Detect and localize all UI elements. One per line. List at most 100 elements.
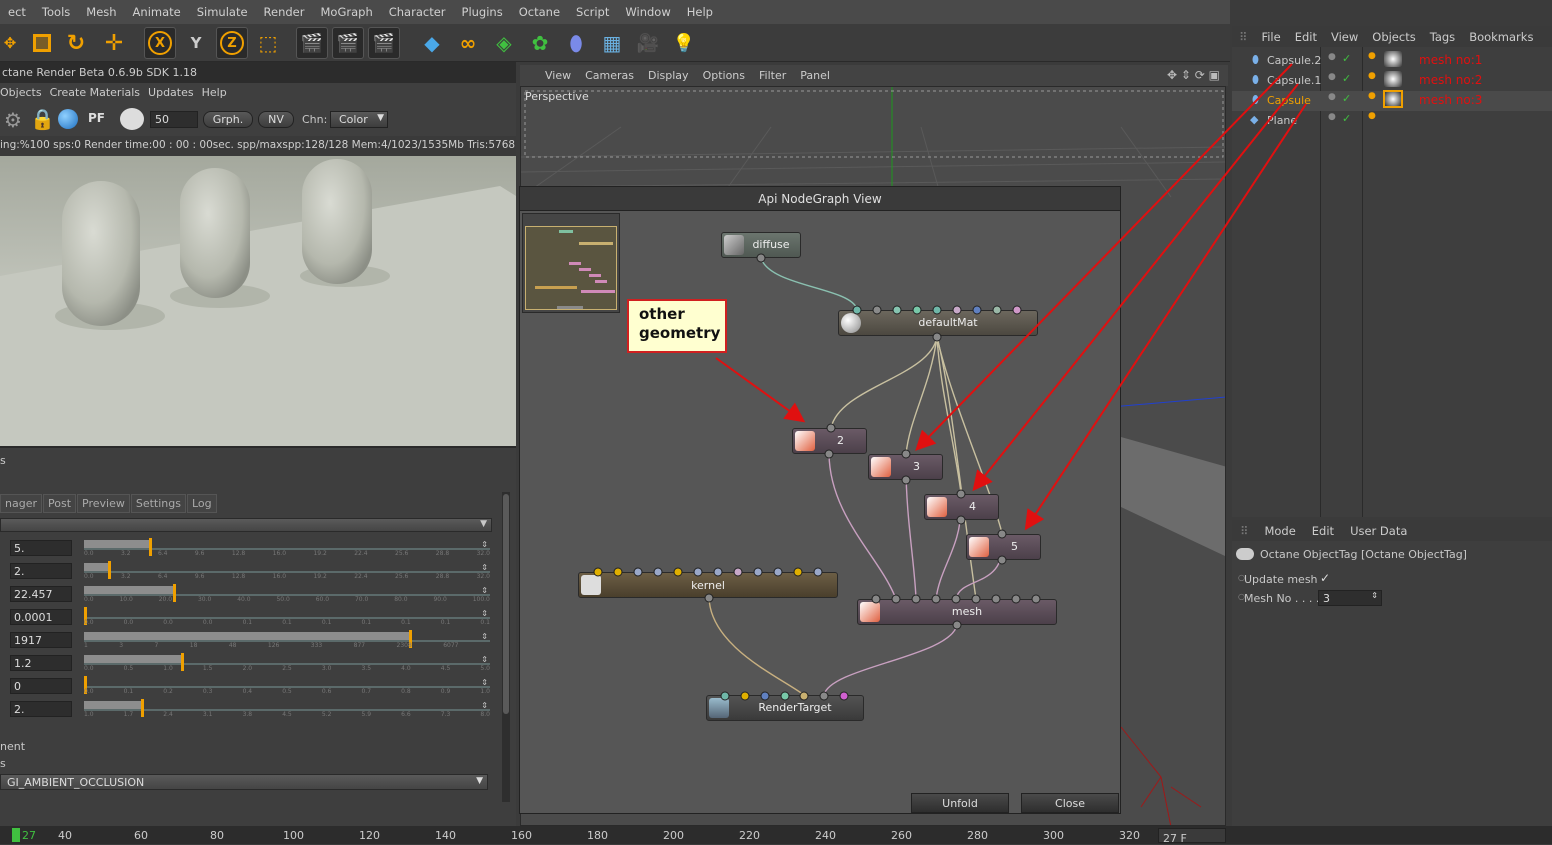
object-menu-item[interactable]: Tags (1423, 30, 1462, 44)
material-tag-icon[interactable] (1383, 90, 1403, 108)
floor-icon[interactable]: ▦ (596, 27, 628, 59)
check-icon[interactable]: ✓ (1342, 92, 1351, 105)
attr-menu-item[interactable]: User Data (1342, 524, 1415, 538)
sphere-icon[interactable] (58, 109, 78, 129)
object-row[interactable]: ◆ Plane ● ✓ ● (1232, 111, 1552, 131)
scrollbar-thumb[interactable] (503, 494, 509, 714)
update-mesh-checkbox[interactable]: ✓ (1320, 571, 1330, 585)
object-menu-item[interactable]: Bookmarks (1462, 30, 1540, 44)
tag-icon[interactable]: ● (1368, 91, 1376, 101)
tab-preview[interactable]: Preview (77, 494, 130, 513)
object-row[interactable]: ⬮ Capsule.2 ● ✓ ● mesh no:1 (1232, 51, 1552, 71)
octane-menu-item[interactable]: Create Materials (50, 83, 148, 103)
spline-icon[interactable]: ∞ (452, 27, 484, 59)
unfold-button[interactable]: Unfold (911, 793, 1009, 813)
viewport-nav-icons[interactable]: ✥ ⇕ ⟳ ▣ (1160, 68, 1227, 82)
picker-icon[interactable] (120, 108, 144, 130)
pf-icon[interactable]: PF (88, 111, 105, 125)
viewport-menu-item[interactable]: Display (641, 69, 696, 82)
kernel-dropdown[interactable]: ▼ (0, 518, 492, 532)
object-menu-item[interactable]: View (1324, 30, 1365, 44)
menu-item[interactable]: Octane (511, 5, 568, 19)
material-tag-icon[interactable] (1384, 51, 1402, 67)
node-geometry-group[interactable]: mesh (857, 599, 1057, 625)
tab-manager[interactable]: nager (0, 494, 42, 513)
menu-item[interactable]: Plugins (454, 5, 511, 19)
param-value-field[interactable]: 2. (10, 701, 72, 717)
tab-post[interactable]: Post (43, 494, 77, 513)
node-mesh-3[interactable]: 3 (868, 454, 943, 480)
value-field[interactable]: 50 (150, 111, 198, 128)
check-icon[interactable]: ✓ (1342, 72, 1351, 85)
rotate-icon[interactable]: ↻ (60, 27, 92, 59)
tag-icon[interactable]: ● (1368, 111, 1376, 121)
param-value-field[interactable]: 2. (10, 563, 72, 579)
attr-menu-item[interactable]: Mode (1256, 524, 1303, 538)
object-menu-item[interactable]: File (1254, 30, 1287, 44)
move-icon[interactable]: ✥ (0, 27, 26, 59)
viewport-menu-item[interactable]: Options (696, 69, 752, 82)
octane-menu-item[interactable]: Help (202, 83, 235, 103)
channel-select[interactable]: Color ▼ (330, 111, 388, 128)
node-kernel[interactable]: kernel (578, 572, 838, 598)
menu-item[interactable]: Render (256, 5, 313, 19)
object-name[interactable]: Plane (1267, 114, 1297, 127)
y-axis-icon[interactable]: Y (180, 27, 212, 59)
menu-item[interactable]: Help (679, 5, 721, 19)
scale-icon[interactable] (26, 27, 58, 59)
frame-field[interactable]: 27 F (1158, 828, 1226, 845)
node-rendertarget[interactable]: RenderTarget (706, 695, 864, 721)
param-value-field[interactable]: 0.0001 (10, 609, 72, 625)
menu-item[interactable]: MoGraph (313, 5, 381, 19)
visibility-icon[interactable]: ● (1328, 72, 1336, 82)
object-menu-item[interactable]: Objects (1365, 30, 1422, 44)
render-view-icon[interactable]: 🎬 (296, 27, 328, 59)
node-defaultmat[interactable]: defaultMat (838, 310, 1038, 336)
gear-icon[interactable]: ⚙ (4, 108, 22, 132)
viewport-menu-item[interactable]: View (538, 69, 578, 82)
tag-icon[interactable]: ● (1368, 71, 1376, 81)
node-mesh-4[interactable]: 4 (924, 494, 999, 520)
stepper-icon[interactable]: ⇕ (1371, 591, 1378, 600)
viewport-menu-item[interactable]: Cameras (578, 69, 641, 82)
camera-icon[interactable]: 🎥 (632, 27, 664, 59)
menu-item[interactable]: Script (568, 5, 617, 19)
timeline[interactable]: 27 40 60 80 100 120 140 160 180 200 220 … (0, 826, 1552, 845)
array-icon[interactable]: ✿ (524, 27, 556, 59)
render-picture-icon[interactable]: 🎬 (332, 27, 364, 59)
cube-icon[interactable]: ◆ (416, 27, 448, 59)
object-name[interactable]: Capsule (1267, 94, 1311, 107)
param-value-field[interactable]: 0 (10, 678, 72, 694)
menu-item[interactable]: Window (617, 5, 678, 19)
check-icon[interactable]: ✓ (1342, 112, 1351, 125)
lock-icon[interactable]: 🔒 (30, 107, 55, 131)
menu-item[interactable]: Animate (125, 5, 189, 19)
param-value-field[interactable]: 22.457 (10, 586, 72, 602)
light-icon[interactable]: 💡 (668, 27, 700, 59)
param-value-field[interactable]: 1.2 (10, 655, 72, 671)
tab-settings[interactable]: Settings (130, 494, 186, 513)
visibility-icon[interactable]: ● (1328, 92, 1336, 102)
object-menu-item[interactable]: Edit (1288, 30, 1324, 44)
render-settings-icon[interactable]: 🎬 (368, 27, 400, 59)
gi-mode-select[interactable]: GI_AMBIENT_OCCLUSION ▼ (0, 774, 488, 790)
object-row[interactable]: ⬮ Capsule.1 ● ✓ ● mesh no:2 (1232, 71, 1552, 91)
param-value-field[interactable]: 5. (10, 540, 72, 556)
mesh-no-field[interactable]: 3 ⇕ (1318, 590, 1382, 606)
add-icon[interactable]: ✛ (98, 27, 130, 59)
visibility-icon[interactable]: ● (1328, 52, 1336, 62)
playhead[interactable] (12, 828, 20, 842)
menu-item[interactable]: Mesh (78, 5, 124, 19)
menu-item[interactable]: Simulate (189, 5, 256, 19)
menu-item[interactable]: Character (381, 5, 454, 19)
check-icon[interactable]: ✓ (1342, 52, 1351, 65)
object-name[interactable]: Capsule.2 (1267, 54, 1321, 67)
x-axis-icon[interactable]: X (144, 27, 176, 59)
octane-menu-item[interactable]: Objects (0, 83, 50, 103)
scrollbar[interactable] (502, 492, 510, 802)
viewport-menu-item[interactable]: Filter (752, 69, 793, 82)
coord-icon[interactable]: ⬚ (252, 27, 284, 59)
node-mesh-5[interactable]: 5 (966, 534, 1041, 560)
deformer-icon[interactable]: ⬮ (560, 27, 592, 59)
tab-log[interactable]: Log (186, 494, 217, 513)
